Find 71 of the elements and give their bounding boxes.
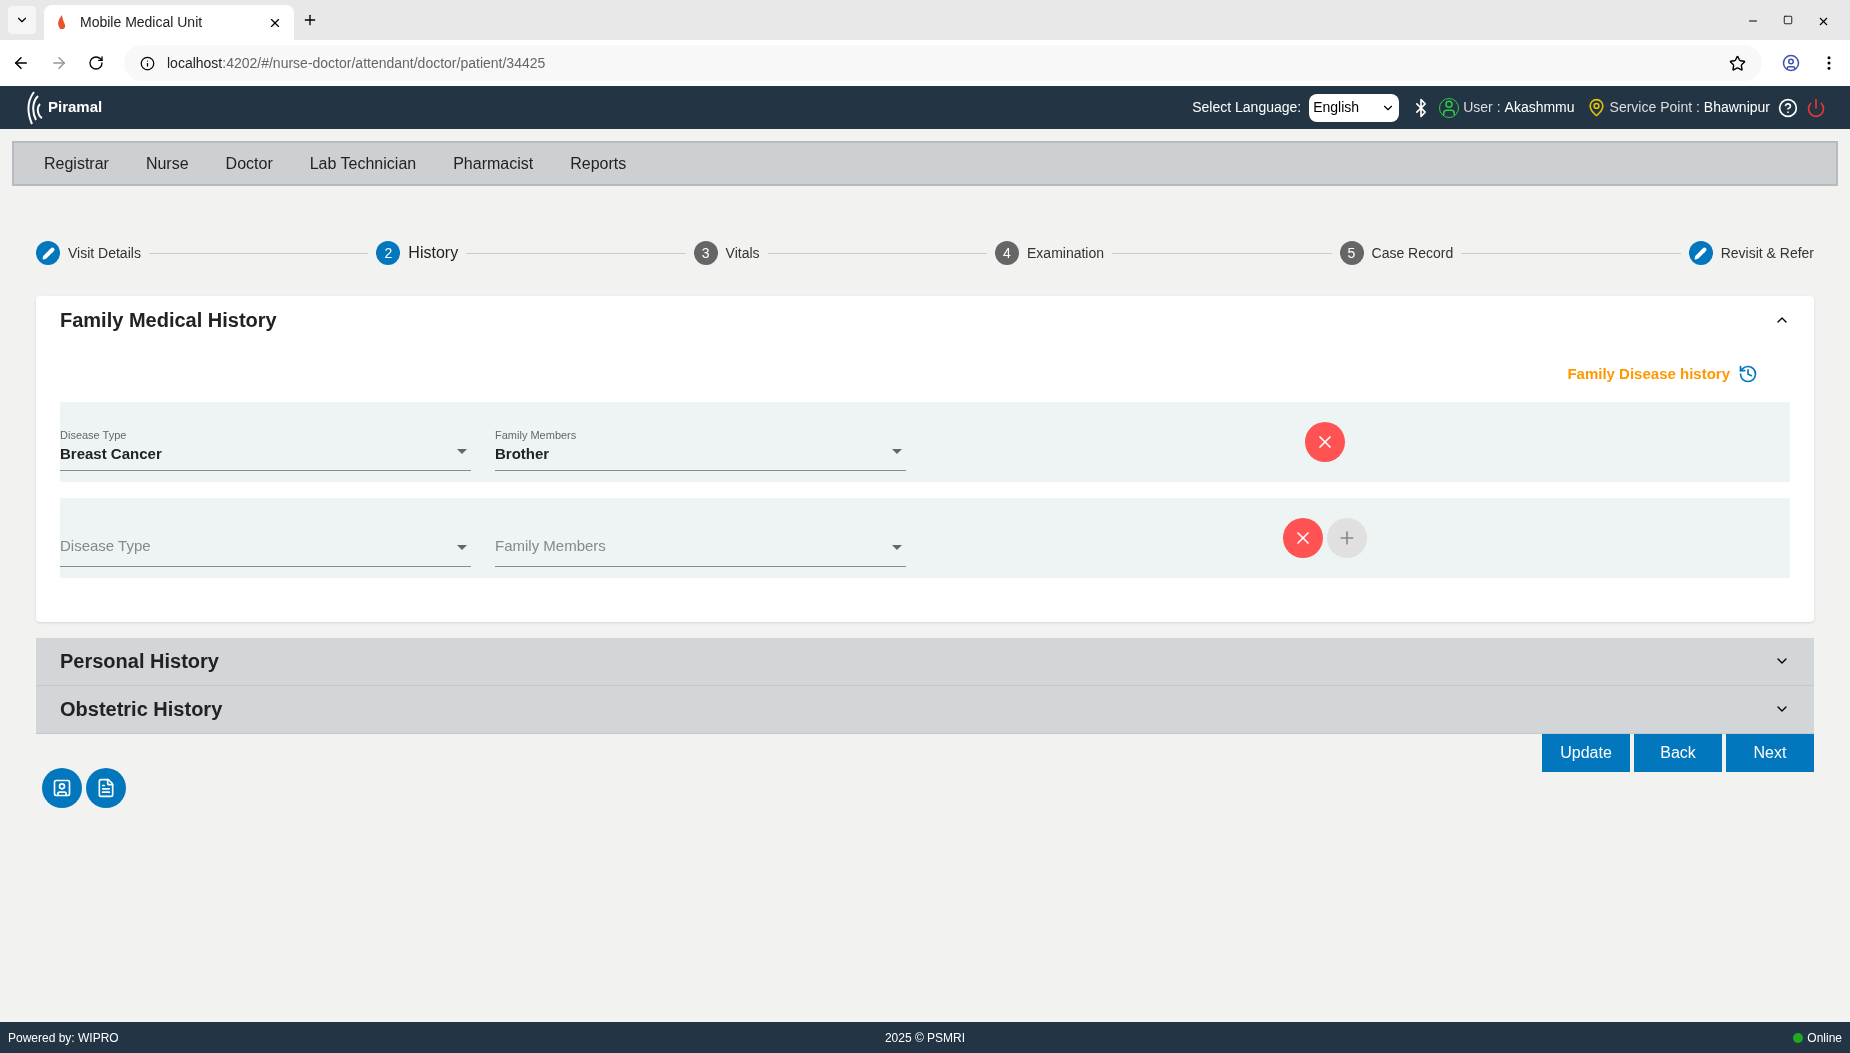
brand-name: Piramal bbox=[48, 97, 103, 118]
url-text: localhost:4202/#/nurse-doctor/attendant/doctor/patient/34425 bbox=[167, 53, 547, 73]
edit-step-icon bbox=[36, 241, 60, 265]
step-number: 4 bbox=[995, 241, 1019, 265]
address-bar[interactable]: localhost:4202/#/nurse-doctor/attendant/doctor/patient/34425 bbox=[124, 45, 1762, 81]
language-select[interactable]: English bbox=[1309, 93, 1400, 122]
footer-copyright: 2025 © PSMRI bbox=[884, 1029, 966, 1047]
power-icon[interactable] bbox=[1806, 97, 1826, 118]
forward-icon[interactable] bbox=[50, 54, 68, 72]
patient-card-button[interactable] bbox=[42, 767, 82, 808]
service-point-label: Service Point : bbox=[1609, 98, 1700, 117]
field-placeholder: Family Members bbox=[495, 536, 607, 556]
section-title[interactable]: Obstetric History bbox=[60, 694, 223, 724]
close-icon[interactable] bbox=[1817, 15, 1830, 28]
footer-credit: Powered by: WIPRO bbox=[8, 1029, 120, 1047]
field-value: Brother bbox=[495, 444, 551, 464]
step-number: 5 bbox=[1339, 241, 1364, 265]
step-number: 3 bbox=[693, 241, 718, 265]
select-field[interactable]: Family Members Brother bbox=[495, 412, 906, 471]
service-point-name: Bhawnipur bbox=[1703, 98, 1770, 117]
browser-tab[interactable]: Mobile Medical Unit bbox=[44, 5, 294, 40]
leaf-logo-icon bbox=[24, 89, 44, 126]
section-title[interactable]: Family Medical History bbox=[60, 304, 277, 335]
history-icon[interactable] bbox=[1738, 364, 1758, 385]
nav-item[interactable]: Nurse bbox=[145, 151, 189, 176]
select-field[interactable]: Disease Type Breast Cancer bbox=[60, 412, 471, 471]
remove-button[interactable] bbox=[1283, 517, 1323, 558]
step-label[interactable]: Visit Details bbox=[68, 242, 141, 264]
dropdown-arrow-icon bbox=[457, 448, 467, 454]
user-label: User : bbox=[1463, 98, 1501, 117]
location-pin-icon bbox=[1586, 98, 1606, 117]
step-label[interactable]: Case Record bbox=[1371, 242, 1454, 264]
remove-button[interactable] bbox=[1305, 421, 1345, 462]
field-label: Disease Type bbox=[60, 427, 128, 443]
document-icon bbox=[96, 777, 116, 798]
bookmark-star-icon[interactable] bbox=[1729, 54, 1746, 72]
action-button[interactable]: Update bbox=[1542, 733, 1630, 772]
new-tab-icon[interactable] bbox=[302, 12, 318, 28]
back-icon[interactable] bbox=[12, 54, 30, 72]
nav-item[interactable]: Lab Technician bbox=[309, 151, 417, 176]
step-number: 2 bbox=[376, 241, 401, 265]
info-icon bbox=[140, 55, 155, 71]
reload-icon[interactable] bbox=[88, 55, 104, 71]
section-title[interactable]: Personal History bbox=[60, 646, 219, 676]
step-label[interactable]: Revisit & Refer bbox=[1720, 242, 1815, 264]
field-placeholder: Disease Type bbox=[60, 536, 152, 556]
nav-item[interactable]: Pharmacist bbox=[453, 151, 534, 176]
action-button[interactable]: Next bbox=[1726, 733, 1814, 772]
user-card-icon bbox=[52, 777, 72, 798]
step-label[interactable]: Vitals bbox=[725, 242, 760, 264]
dropdown-arrow-icon bbox=[892, 544, 902, 550]
help-icon[interactable] bbox=[1778, 97, 1798, 118]
field-label: Family Members bbox=[495, 427, 578, 443]
step-label[interactable]: Examination bbox=[1027, 242, 1105, 264]
dropdown-arrow-icon bbox=[892, 448, 902, 454]
maximize-icon[interactable] bbox=[1783, 15, 1793, 25]
nav-item[interactable]: Reports bbox=[570, 151, 627, 176]
language-label: Select Language: bbox=[1192, 98, 1302, 117]
user-name: Akashmmu bbox=[1504, 98, 1575, 117]
online-status: Online bbox=[1807, 1029, 1842, 1047]
document-button[interactable] bbox=[86, 767, 126, 808]
nav-item[interactable]: Registrar bbox=[44, 151, 109, 176]
action-button[interactable]: Back bbox=[1634, 733, 1722, 772]
nav-item[interactable]: Doctor bbox=[225, 151, 273, 176]
dropdown-arrow-icon bbox=[457, 544, 467, 550]
tab-title: Mobile Medical Unit bbox=[80, 13, 204, 32]
edit-step-icon bbox=[1688, 241, 1713, 265]
flame-logo-icon bbox=[56, 14, 68, 31]
profile-icon[interactable] bbox=[1782, 54, 1800, 72]
step-label[interactable]: History bbox=[408, 241, 459, 265]
field-value: Breast Cancer bbox=[60, 444, 163, 464]
